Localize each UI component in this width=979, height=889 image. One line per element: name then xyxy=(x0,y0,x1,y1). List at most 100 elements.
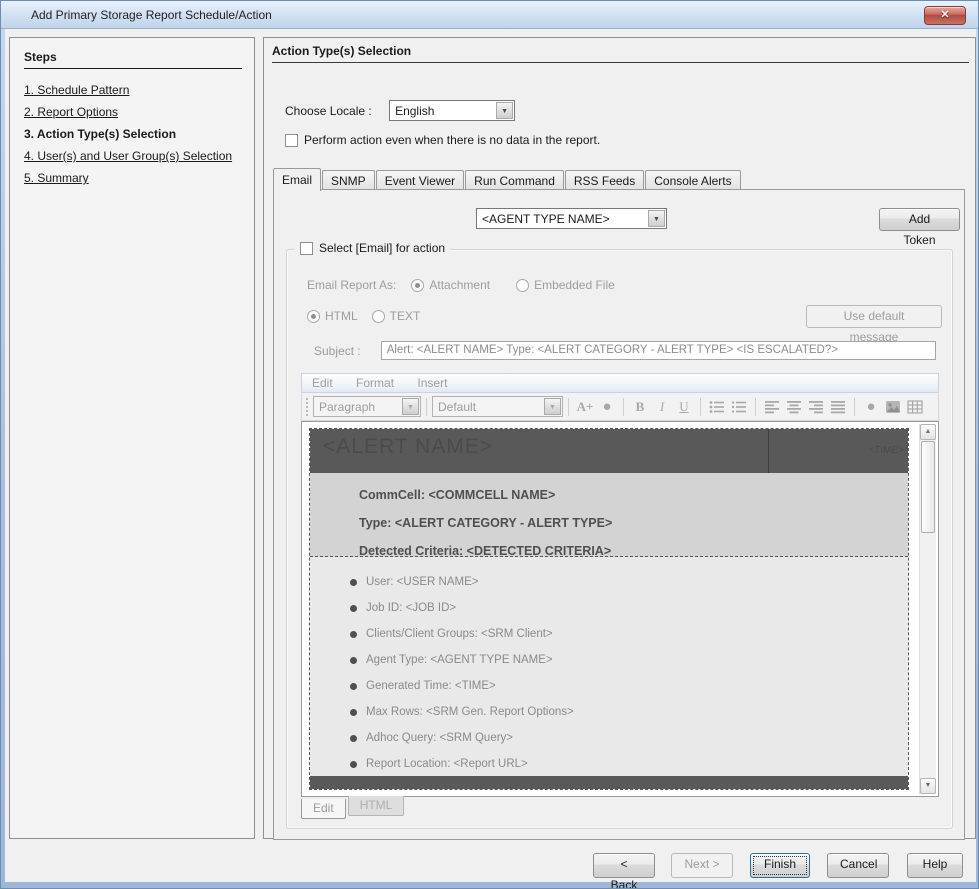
preview-info-section: CommCell: <COMMCELL NAME> Type: <ALERT C… xyxy=(310,473,908,557)
subject-field: Alert: <ALERT NAME> Type: <ALERT CATEGOR… xyxy=(381,341,936,360)
mode-tab-html: HTML xyxy=(348,796,405,816)
finish-button[interactable]: Finish xyxy=(750,853,810,878)
editor-mode-tabs: EditHTML xyxy=(301,799,406,819)
preview-header-left: <ALERT NAME> xyxy=(310,429,769,473)
preview-bullet-text: Agent Type: <AGENT TYPE NAME> xyxy=(366,647,553,673)
locale-value: English xyxy=(395,104,492,118)
paragraph-dropdown-value: Paragraph xyxy=(319,400,398,414)
align-justify-icon xyxy=(828,397,848,417)
text-radio xyxy=(372,310,385,323)
report-as-label: Email Report As: xyxy=(307,278,396,292)
preview-bullet-section: User: <USER NAME> Job ID: <JOB ID> Clien… xyxy=(310,557,908,776)
font-dropdown-value: Default xyxy=(438,400,540,414)
back-button[interactable]: < Back xyxy=(593,853,655,878)
bullet-list-icon xyxy=(707,397,727,417)
attachment-radio-label: Attachment xyxy=(429,278,490,292)
smiley-icon: ● xyxy=(861,397,881,417)
step-action-type-selection: 3. Action Type(s) Selection xyxy=(24,127,242,142)
toolbar-separator xyxy=(568,398,569,416)
email-preview: <ALERT NAME> <TIME> CommCell: <COMMCELL … xyxy=(309,428,909,790)
bullet-icon xyxy=(350,605,357,612)
chevron-down-icon: ▼ xyxy=(649,211,664,228)
editor-toolbar: Paragraph ▼ Default ▼ A+ ● xyxy=(301,393,939,421)
preview-bullet-item: Adhoc Query: <SRM Query> xyxy=(350,725,908,751)
preview-alert-name: <ALERT NAME> xyxy=(323,435,493,458)
titlebar: Add Primary Storage Report Schedule/Acti… xyxy=(1,1,978,29)
table-icon xyxy=(905,397,925,417)
scroll-up-button[interactable]: ▲ xyxy=(920,424,936,440)
chevron-down-icon: ▼ xyxy=(497,103,512,120)
token-dropdown[interactable]: <AGENT TYPE NAME> ▼ xyxy=(476,208,667,229)
bullet-icon xyxy=(350,735,357,742)
tab-run-command[interactable]: Run Command xyxy=(465,170,564,191)
locale-dropdown[interactable]: English ▼ xyxy=(389,100,515,121)
scrollbar-thumb[interactable] xyxy=(921,441,935,533)
cancel-button[interactable]: Cancel xyxy=(827,853,889,878)
editor-content: <ALERT NAME> <TIME> CommCell: <COMMCELL … xyxy=(301,421,939,797)
toolbar-separator xyxy=(854,398,855,416)
paragraph-dropdown: Paragraph ▼ xyxy=(313,396,421,417)
bullet-icon xyxy=(350,683,357,690)
step-users-selection[interactable]: 4. User(s) and User Group(s) Selection xyxy=(24,149,239,164)
tab-email[interactable]: Email xyxy=(273,168,321,191)
chevron-down-icon: ▼ xyxy=(545,399,560,416)
preview-info-line: Type: <ALERT CATEGORY - ALERT TYPE> xyxy=(359,509,908,537)
add-token-button[interactable]: Add Token xyxy=(879,208,960,231)
preview-time: <TIME> xyxy=(868,445,904,456)
font-dropdown-button: ▼ xyxy=(544,398,561,415)
preview-bullet-text: User: <USER NAME> xyxy=(366,569,478,595)
toolbar-separator xyxy=(755,398,756,416)
preview-bullet-item: Max Rows: <SRM Gen. Report Options> xyxy=(350,699,908,725)
action-tabs: EmailSNMPEvent ViewerRun CommandRSS Feed… xyxy=(273,169,742,190)
preview-bullet-item: Agent Type: <AGENT TYPE NAME> xyxy=(350,647,908,673)
bullet-icon xyxy=(350,709,357,716)
menu-insert: Insert xyxy=(407,374,457,392)
preview-scrollbar[interactable]: ▲ ▼ xyxy=(919,424,936,794)
preview-bullet-item: Job ID: <JOB ID> xyxy=(350,595,908,621)
preview-header-right: <TIME> xyxy=(769,429,908,473)
preview-bullet-item: Report Location: <Report URL> xyxy=(350,751,908,777)
scroll-down-button[interactable]: ▼ xyxy=(920,778,936,794)
embedded-file-radio-label: Embedded File xyxy=(534,278,615,292)
underline-icon: U xyxy=(674,397,694,417)
token-dropdown-button[interactable]: ▼ xyxy=(648,210,665,227)
step-summary[interactable]: 5. Summary xyxy=(24,171,242,186)
tab-rss-feeds[interactable]: RSS Feeds xyxy=(565,170,644,191)
mode-tab-edit[interactable]: Edit xyxy=(301,799,346,819)
locale-label: Choose Locale : xyxy=(285,104,372,118)
html-radio-label: HTML xyxy=(325,309,358,323)
step-report-options[interactable]: 2. Report Options xyxy=(24,105,242,120)
help-button[interactable]: Help xyxy=(907,853,963,878)
no-data-checkbox[interactable] xyxy=(285,134,298,147)
step-schedule-pattern[interactable]: 1. Schedule Pattern xyxy=(24,83,242,98)
scroll-up-icon: ▲ xyxy=(921,425,935,439)
toolbar-separator xyxy=(700,398,701,416)
font-size-icon: A+ xyxy=(575,397,595,417)
report-as-row: Email Report As: Attachment Embedded Fil… xyxy=(307,278,615,292)
tab-event-viewer[interactable]: Event Viewer xyxy=(376,170,464,191)
bullet-icon xyxy=(350,579,357,586)
bullet-icon xyxy=(350,761,357,768)
preview-bullet-text: Clients/Client Groups: <SRM Client> xyxy=(366,621,553,647)
tab-console-alerts[interactable]: Console Alerts xyxy=(645,170,740,191)
italic-icon: I xyxy=(652,397,672,417)
align-center-icon xyxy=(784,397,804,417)
token-dropdown-value: <AGENT TYPE NAME> xyxy=(482,212,644,226)
locale-dropdown-button[interactable]: ▼ xyxy=(496,102,513,119)
editor-menubar: Edit Format Insert xyxy=(301,373,939,393)
window-title: Add Primary Storage Report Schedule/Acti… xyxy=(31,8,272,22)
tab-snmp[interactable]: SNMP xyxy=(322,170,375,191)
select-email-checkbox[interactable] xyxy=(300,242,313,255)
toolbar-grip xyxy=(306,398,309,416)
no-data-checkbox-row[interactable]: Perform action even when there is no dat… xyxy=(285,133,600,147)
menu-format: Format xyxy=(346,374,404,392)
action-type-panel: Action Type(s) Selection Choose Locale :… xyxy=(263,37,976,839)
attachment-radio xyxy=(411,279,424,292)
align-left-icon xyxy=(762,397,782,417)
email-group: Select [Email] for action Email Report A… xyxy=(286,249,953,829)
select-email-row[interactable]: Select [Email] for action xyxy=(295,241,450,255)
close-button[interactable]: ✕ xyxy=(924,6,966,25)
preview-info-line: CommCell: <COMMCELL NAME> xyxy=(359,481,908,509)
message-editor: Edit Format Insert Paragraph ▼ xyxy=(301,373,939,819)
numbered-list-icon xyxy=(729,397,749,417)
